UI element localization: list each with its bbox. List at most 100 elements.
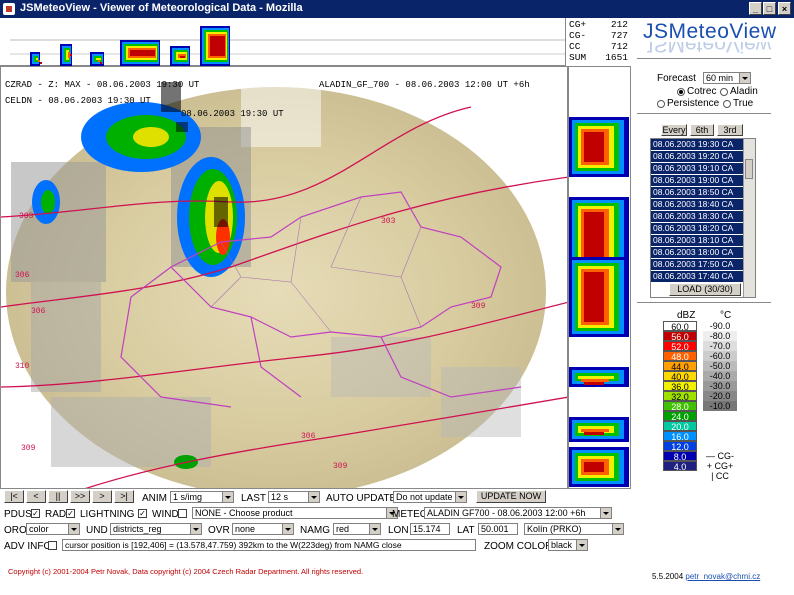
scale-dbz-cell: 28.0 [663, 401, 697, 412]
cursor-info-field[interactable]: cursor position is [192,406] = (13.578,4… [62, 539, 476, 551]
wind-checkbox[interactable] [178, 509, 187, 518]
ovr-select[interactable]: none [232, 523, 294, 535]
namg-select[interactable]: red [333, 523, 381, 535]
auto-update-value: Do not update [396, 492, 453, 502]
scroll-thumb[interactable] [745, 159, 753, 179]
contour-label: 306 [31, 307, 46, 316]
radio-true[interactable] [723, 100, 731, 108]
lat-field[interactable]: 50.001 [478, 523, 518, 535]
lightning-legend-item: — CG- [706, 451, 734, 461]
oro-select[interactable]: color [26, 523, 80, 535]
anim-select[interactable]: 1 s/img [170, 491, 234, 503]
close-button[interactable]: × [778, 2, 791, 15]
divider [637, 302, 771, 303]
lightning-checkbox[interactable]: ✓ [138, 509, 147, 518]
timestamp-list-item[interactable]: 08.06.2003 19:30 CA [651, 139, 755, 150]
timestamp-list-item[interactable]: 08.06.2003 18:00 CA [651, 247, 755, 258]
cross-section-band [68, 52, 70, 58]
side-cross-section-plot [569, 117, 629, 487]
timestamp-list-item[interactable]: 08.06.2003 18:30 CA [651, 211, 755, 222]
und-select[interactable]: districts_reg [110, 523, 202, 535]
scale-dbz-cell: 16.0 [663, 431, 697, 442]
step-3rd-button[interactable]: 3rd [717, 124, 743, 136]
chevron-down-icon [190, 524, 201, 534]
step-every-button[interactable]: Every [661, 124, 687, 136]
window-title: JSMeteoView - Viewer of Meteorological D… [20, 2, 303, 14]
cross-section-band [40, 62, 42, 64]
lon-field[interactable]: 15.174 [410, 523, 450, 535]
contour-label: 310 [15, 362, 30, 371]
minimize-button[interactable]: _ [749, 2, 762, 15]
radio-persistence[interactable] [657, 100, 665, 108]
nav-fast-forward-button[interactable]: >> [70, 490, 90, 503]
scale-dbz-cell: 44.0 [663, 361, 697, 372]
side-section-band [584, 432, 604, 435]
chevron-down-icon [282, 524, 293, 534]
timestamp-list-item[interactable]: 08.06.2003 18:20 CA [651, 223, 755, 234]
map-overlay-lightning: CELDN - 08.06.2003 19:30 UT [5, 96, 151, 106]
nav-pause-button[interactable]: || [48, 490, 68, 503]
step-6th-button[interactable]: 6th [690, 124, 714, 136]
footer-date: 5.5.2004 [652, 572, 684, 581]
nav-first-button[interactable]: |< [4, 490, 24, 503]
adv-info-checkbox[interactable] [48, 541, 57, 550]
scale-dbz-cell: 32.0 [663, 391, 697, 402]
scale-dbz-cell: 52.0 [663, 341, 697, 352]
timestamp-list-item[interactable]: 08.06.2003 17:40 CA [651, 271, 755, 282]
stat-value: 212 [610, 19, 628, 30]
app-logo: JSMeteoView [643, 20, 777, 43]
zoom-color-label: ZOOM COLOR [484, 541, 553, 552]
load-button[interactable]: LOAD (30/30) [669, 283, 741, 296]
cross-section-band [130, 50, 155, 56]
map-canvas[interactable] [1, 67, 568, 489]
divider [637, 113, 771, 114]
timestamp-list-item[interactable]: 08.06.2003 17:50 CA [651, 259, 755, 270]
pdus-checkbox[interactable]: ✓ [31, 509, 40, 518]
top-cross-section [0, 18, 565, 66]
timestamp-list-item[interactable]: 08.06.2003 18:40 CA [651, 199, 755, 210]
stat-row-cc: CC 712 [569, 41, 628, 52]
nav-last-button[interactable]: >| [114, 490, 134, 503]
stat-row-sum: SUM 1651 [569, 52, 628, 63]
nav-prev-button[interactable]: < [26, 490, 46, 503]
timestamp-listbox[interactable]: 08.06.2003 19:30 CA 08.06.2003 19:20 CA 08… [650, 138, 756, 298]
auto-update-select[interactable]: Do not update [393, 491, 467, 503]
forecast-select[interactable]: 60 min [703, 72, 751, 84]
stat-value: 1651 [605, 52, 628, 63]
update-now-button[interactable]: UPDATE NOW [476, 490, 546, 503]
timestamp-list-item[interactable]: 08.06.2003 19:00 CA [651, 175, 755, 186]
radio-aladin-label: Aladin [730, 86, 758, 97]
place-select[interactable]: Kolín (PRKO) [524, 523, 624, 535]
scale-dbz-cell: 60.0 [663, 321, 697, 332]
timestamp-list-item[interactable]: 08.06.2003 19:10 CA [651, 163, 755, 174]
side-cross-section [568, 66, 631, 489]
nav-next-button[interactable]: > [92, 490, 112, 503]
listbox-scrollbar[interactable] [743, 139, 755, 297]
last-select[interactable]: 12 s [268, 491, 320, 503]
scale-dbz-cell: 56.0 [663, 331, 697, 342]
timestamp-list-item[interactable]: 08.06.2003 18:10 CA [651, 235, 755, 246]
radio-persistence-label: Persistence [667, 98, 720, 109]
timestamp-list-item[interactable]: 08.06.2003 18:50 CA [651, 187, 755, 198]
cross-section-band [38, 60, 40, 62]
rad-checkbox[interactable]: ✓ [66, 509, 75, 518]
scale-dbz-cell: 36.0 [663, 381, 697, 392]
footer-credits: 5.5.2004 petr_novak@chmi.cz [652, 572, 760, 581]
contour-label: 306 [15, 271, 30, 280]
contour-label: 306 [301, 432, 316, 441]
pdus-label: PDUS [4, 509, 32, 520]
timestamp-list-item[interactable]: 08.06.2003 19:20 CA [651, 151, 755, 162]
stat-value: 727 [610, 30, 628, 41]
radar-map[interactable]: CZRAD - Z: MAX - 08.06.2003 19:30 UT CEL… [0, 66, 568, 489]
scale-temp-cell: -60.0 [703, 351, 737, 361]
radio-cotrec[interactable] [677, 88, 685, 96]
product-select[interactable]: NONE - Choose product [192, 507, 398, 519]
zoom-color-select[interactable]: black [548, 539, 588, 551]
lightning-stats: CG+ 212 CG- 727 CC 712 SUM 1651 [565, 18, 631, 66]
author-email-link[interactable]: petr_novak@chmi.cz [685, 572, 760, 581]
radio-aladin[interactable] [720, 88, 728, 96]
meteo-select[interactable]: ALADIN GF700 - 08.06.2003 12:00 +6h [424, 507, 612, 519]
wind-label: WIND [152, 509, 179, 520]
maximize-button[interactable]: □ [763, 2, 776, 15]
forecast-label: Forecast [657, 73, 696, 84]
